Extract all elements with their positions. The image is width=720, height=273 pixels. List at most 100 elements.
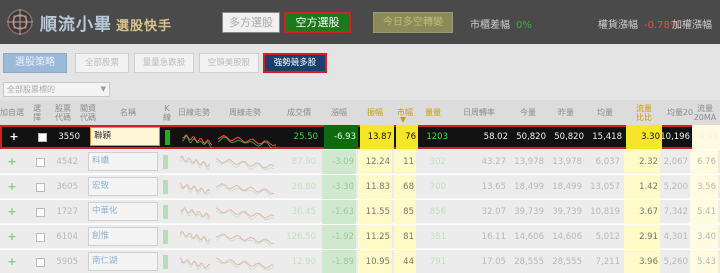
chevron-down-icon: ▼ [100, 85, 106, 93]
yesterday-volume: 50,820 [554, 132, 584, 142]
row-checkbox[interactable] [36, 258, 45, 267]
today-change-button[interactable]: 今日多空轉變 [373, 12, 453, 33]
row-checkbox[interactable] [38, 133, 47, 142]
stock-filter-select[interactable]: 全部股票標的 ▼ [3, 82, 110, 97]
column-header[interactable]: 昨量 [548, 100, 584, 125]
table-row[interactable]: +5905 南仁湖 12.90 -1.89 10.95 44 791 17.05 28,555 2… [0, 250, 720, 273]
column-header[interactable]: 流量 比比 [626, 100, 662, 125]
turnover-rate: 43.27 [481, 157, 506, 167]
table-row[interactable]: +1727 中華化 36.45 -1.63 11.55 85 856 32.07 39,739 3… [0, 200, 720, 224]
average-volume: 7,211 [595, 257, 620, 267]
column-header[interactable]: 日周轉率 [450, 100, 508, 125]
table-row[interactable]: +3550 聯穎 25.50 -6.93 13.87 76 1203 58.02 50,820 5… [0, 125, 720, 149]
column-header[interactable]: 振幅 [358, 100, 392, 125]
stock-filter-value: 全部股票標的 [7, 85, 55, 94]
average-volume: 13,057 [590, 182, 620, 192]
range-value: 68 [394, 175, 416, 199]
app-header: 順流小畢 選股快手 多方選股 空方選股 今日多空轉變 市櫃差幅 0% 權貨漲幅 -0.… [0, 0, 720, 44]
daily-trend-sparkline [180, 257, 210, 271]
table-header: 加自選選 擇股票 代碼 關資 代碼 名稱 K 線日線走勢 周線走勢 成交價 漲幅 振幅 市幅 量量… [0, 100, 720, 125]
market-spread-value: 0% [516, 20, 532, 31]
change-pct: -3.09 [322, 150, 356, 174]
table-row[interactable]: +4542 科嶠 87.90 -3.09 12.24 11 302 43.27 13,978 13… [0, 150, 720, 174]
volume-value: 856 [429, 207, 446, 217]
short-rise-button[interactable]: 空頭美股股 [199, 53, 259, 73]
all-stocks-button[interactable]: 全部股票 [75, 53, 129, 73]
daily-trend-sparkline [182, 134, 212, 148]
strategy-button[interactable]: 選股策略 [3, 53, 67, 73]
table-row[interactable]: +6104 創惟 126.50 -1.92 11.25 81 381 16.11 14,606 1… [0, 225, 720, 249]
column-header[interactable]: 加自選 [0, 100, 24, 125]
multi-select-button[interactable]: 多方選股 [222, 12, 280, 33]
stock-code: 6104 [56, 232, 78, 242]
market-spread-stat: 市櫃差幅 0% [470, 16, 532, 31]
daily-trend-sparkline [180, 231, 210, 246]
add-watchlist-icon[interactable]: + [2, 200, 22, 224]
column-header[interactable]: 日線走勢 [176, 100, 212, 125]
stock-code: 4542 [56, 157, 78, 167]
stock-name[interactable]: 科嶠 [88, 152, 158, 171]
volume-ratio-20ma: 4.98 [692, 125, 720, 149]
column-header[interactable]: 均量 [586, 100, 624, 125]
column-header[interactable]: 關資 代碼 [76, 100, 100, 125]
daily-trend-sparkline [180, 207, 210, 221]
filter-bar: 全部股票標的 ▼ [0, 80, 720, 100]
volume-value: 381 [429, 232, 446, 242]
today-volume: 18,499 [514, 182, 544, 192]
weight-stat: 權貨漲幅 -0.78% [598, 16, 679, 31]
column-header[interactable]: 周線走勢 [214, 100, 276, 125]
candle-icon [163, 230, 168, 244]
add-watchlist-icon[interactable]: + [2, 150, 22, 174]
stock-name[interactable]: 宏致 [88, 177, 158, 196]
stock-name[interactable]: 中華化 [88, 202, 158, 221]
column-header[interactable]: K 線 [160, 100, 174, 125]
column-header[interactable]: 漲幅 [322, 100, 356, 125]
row-checkbox[interactable] [36, 208, 45, 217]
average-volume: 5,012 [595, 232, 620, 242]
stock-name[interactable]: 創惟 [88, 227, 158, 246]
volume-drop-button[interactable]: 量量急跌股 [134, 53, 194, 73]
close-price: 25.50 [293, 132, 318, 142]
turnover-rate: 16.11 [481, 232, 506, 242]
stock-name[interactable]: 南仁湖 [88, 252, 158, 271]
strong-short-button[interactable]: 強勢競多股 [263, 53, 327, 73]
column-header[interactable]: 流量 20MA [690, 100, 720, 125]
weighted-index-link[interactable]: 加權漲幅 [672, 16, 712, 31]
stock-name[interactable]: 聯穎 [90, 127, 160, 146]
column-header[interactable]: 名稱 [100, 100, 156, 125]
weight-label: 權貨漲幅 [598, 20, 638, 31]
amplitude: 10.95 [358, 250, 392, 273]
volume-ratio-20ma: 6.76 [690, 150, 718, 174]
yesterday-volume: 28,555 [552, 257, 582, 267]
column-header[interactable]: 成交價 [278, 100, 320, 125]
close-price: 28.80 [291, 182, 316, 192]
change-pct: -1.89 [322, 250, 356, 273]
table-row[interactable]: +3605 宏致 28.80 -3.30 11.83 68 700 13.65 18,499 18… [0, 175, 720, 199]
column-header[interactable]: 今量 [510, 100, 546, 125]
add-watchlist-icon[interactable]: + [2, 250, 22, 273]
add-watchlist-icon[interactable]: + [4, 125, 24, 149]
column-header[interactable]: 股票 代碼 [50, 100, 76, 125]
sort-desc-icon[interactable]: ▼ [400, 115, 406, 124]
row-checkbox[interactable] [36, 183, 45, 192]
average-volume-20: 10,196 [660, 132, 690, 142]
candle-icon [163, 155, 168, 169]
row-checkbox[interactable] [36, 158, 45, 167]
row-checkbox[interactable] [36, 233, 45, 242]
volume-ratio-20ma: 3.56 [690, 175, 718, 199]
amplitude: 11.25 [358, 225, 392, 249]
add-watchlist-icon[interactable]: + [2, 225, 22, 249]
today-volume: 50,820 [516, 132, 546, 142]
add-watchlist-icon[interactable]: + [2, 175, 22, 199]
column-header[interactable]: 量量 [418, 100, 448, 125]
amplitude: 11.83 [358, 175, 392, 199]
average-volume: 15,418 [592, 132, 622, 142]
today-volume: 14,606 [514, 232, 544, 242]
close-price: 87.90 [291, 157, 316, 167]
short-select-button[interactable]: 空方選股 [284, 12, 351, 33]
turnover-rate: 17.05 [481, 257, 506, 267]
average-volume-20: 5,260 [663, 257, 688, 267]
column-header[interactable]: 選 擇 [26, 100, 48, 125]
volume-ratio-20ma: 5.41 [690, 200, 718, 224]
amplitude: 13.87 [360, 125, 394, 149]
